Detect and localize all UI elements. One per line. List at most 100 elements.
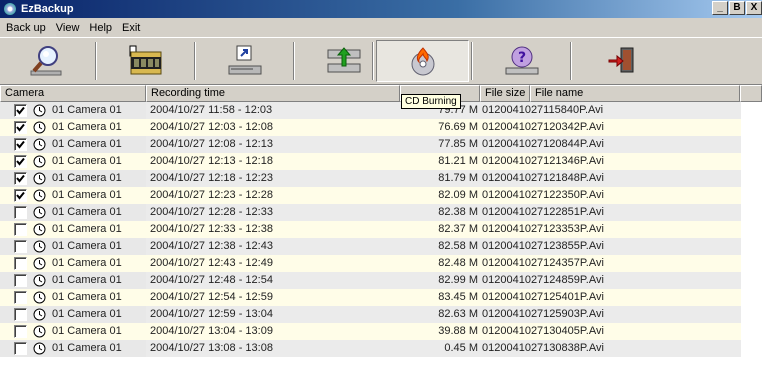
row-checkbox[interactable] — [14, 206, 27, 219]
checkmark-icon — [16, 140, 25, 149]
window-title: EzBackup — [21, 3, 74, 15]
clock-icon — [33, 155, 46, 168]
file-size-cell: 77.85 M — [438, 138, 478, 150]
search-button[interactable] — [0, 40, 93, 82]
menu-backup[interactable]: Back up — [6, 22, 46, 34]
table-row[interactable]: 01 Camera 01 2004/10/27 12:33 - 12:38 82.3… — [0, 221, 741, 238]
row-checkbox[interactable] — [14, 342, 27, 355]
row-checkbox[interactable] — [14, 155, 27, 168]
exit-button[interactable] — [574, 40, 667, 82]
table-row[interactable]: 01 Camera 01 2004/10/27 12:18 - 12:23 81.7… — [0, 170, 741, 187]
cd-burn-icon — [411, 47, 434, 76]
cd-burning-button[interactable] — [376, 40, 469, 82]
file-size-cell: 82.63 M — [438, 308, 478, 320]
row-checkbox[interactable] — [14, 223, 27, 236]
menu-exit[interactable]: Exit — [122, 22, 140, 34]
table-row[interactable]: 01 Camera 01 2004/10/27 12:54 - 12:59 83.4… — [0, 289, 741, 306]
menu-view[interactable]: View — [56, 22, 80, 34]
toolbar-separator — [95, 42, 97, 80]
row-checkbox[interactable] — [14, 172, 27, 185]
table-row[interactable]: 01 Camera 01 2004/10/27 13:04 - 13:09 39.8… — [0, 323, 741, 340]
menu-help[interactable]: Help — [89, 22, 112, 34]
camera-select-button[interactable] — [99, 40, 192, 82]
table-row[interactable]: 01 Camera 01 2004/10/27 12:38 - 12:43 82.5… — [0, 238, 741, 255]
camera-cell: 01 Camera 01 — [52, 342, 122, 354]
minimize-button[interactable]: _ — [712, 1, 728, 15]
table-row[interactable]: 01 Camera 01 2004/10/27 12:23 - 12:28 82.0… — [0, 187, 741, 204]
file-name-cell: 0120041027122851P.Avi — [482, 206, 604, 218]
clock-icon — [33, 257, 46, 270]
table-row[interactable]: 01 Camera 01 2004/10/27 12:03 - 12:08 76.6… — [0, 119, 741, 136]
file-name-cell: 0120041027120342P.Avi — [482, 121, 604, 133]
header-camera[interactable]: Camera — [0, 85, 146, 102]
recording-time-cell: 2004/10/27 12:33 - 12:38 — [150, 223, 273, 235]
clock-icon — [33, 138, 46, 151]
restore-button[interactable]: B — [729, 1, 745, 15]
clock-icon — [33, 172, 46, 185]
file-name-cell: 0120041027123855P.Avi — [482, 240, 604, 252]
camera-cell: 01 Camera 01 — [52, 121, 122, 133]
clock-icon — [33, 291, 46, 304]
clock-icon — [33, 274, 46, 287]
table-row[interactable]: 01 Camera 01 2004/10/27 12:28 - 12:33 82.3… — [0, 204, 741, 221]
clock-icon — [33, 206, 46, 219]
row-checkbox[interactable] — [14, 138, 27, 151]
clock-icon — [33, 121, 46, 134]
header-file-size[interactable]: File size — [480, 85, 530, 102]
recording-time-cell: 2004/10/27 12:59 - 13:04 — [150, 308, 273, 320]
file-size-cell: 81.79 M — [438, 172, 478, 184]
window-controls: _ B X — [712, 1, 762, 15]
table-row[interactable]: 01 Camera 01 2004/10/27 12:59 - 13:04 82.6… — [0, 306, 741, 323]
file-size-cell: 81.21 M — [438, 155, 478, 167]
clock-icon — [33, 104, 46, 117]
row-checkbox[interactable] — [14, 308, 27, 321]
close-button[interactable]: X — [746, 1, 762, 15]
camera-cell: 01 Camera 01 — [52, 291, 122, 303]
row-checkbox[interactable] — [14, 189, 27, 202]
table-row[interactable]: 01 Camera 01 2004/10/27 11:58 - 12:03 79.7… — [0, 102, 741, 119]
title-bar[interactable]: EzBackup _ B X — [0, 0, 762, 18]
recording-time-cell: 2004/10/27 12:54 - 12:59 — [150, 291, 273, 303]
row-checkbox[interactable] — [14, 274, 27, 287]
recording-time-cell: 2004/10/27 13:04 - 13:09 — [150, 325, 273, 337]
table-row[interactable]: 01 Camera 01 2004/10/27 12:08 - 12:13 77.8… — [0, 136, 741, 153]
row-checkbox[interactable] — [14, 291, 27, 304]
file-name-cell: 0120041027122350P.Avi — [482, 189, 604, 201]
camera-cell: 01 Camera 01 — [52, 104, 122, 116]
camera-cell: 01 Camera 01 — [52, 274, 122, 286]
recording-time-cell: 2004/10/27 11:58 - 12:03 — [150, 104, 273, 116]
checkmark-icon — [16, 174, 25, 183]
green-arrow-drive-icon — [327, 47, 360, 73]
recording-time-cell: 2004/10/27 12:38 - 12:43 — [150, 240, 273, 252]
table-right-margin — [741, 102, 762, 381]
file-name-cell: 0120041027115840P.Avi — [482, 104, 604, 116]
menu-bar: Back up View Help Exit — [0, 18, 762, 37]
file-size-cell: 82.99 M — [438, 274, 478, 286]
camera-cell: 01 Camera 01 — [52, 257, 122, 269]
row-checkbox[interactable] — [14, 257, 27, 270]
file-name-cell: 0120041027130838P.Avi — [482, 342, 604, 354]
row-checkbox[interactable] — [14, 240, 27, 253]
table-row[interactable]: 01 Camera 01 2004/10/27 12:13 - 12:18 81.2… — [0, 153, 741, 170]
table-row[interactable]: 01 Camera 01 2004/10/27 12:43 - 12:49 82.4… — [0, 255, 741, 272]
export-button[interactable] — [198, 40, 291, 82]
row-checkbox[interactable] — [14, 121, 27, 134]
row-checkbox[interactable] — [14, 104, 27, 117]
table-row[interactable]: 01 Camera 01 2004/10/27 13:08 - 13:08 0.45… — [0, 340, 741, 357]
arrow-out-drive-icon — [228, 45, 261, 75]
header-recording-time[interactable]: Recording time — [146, 85, 400, 102]
camera-cell: 01 Camera 01 — [52, 325, 122, 337]
cd-burning-tooltip: CD Burning — [401, 94, 461, 109]
camera-cell: 01 Camera 01 — [52, 172, 122, 184]
recording-time-cell: 2004/10/27 12:03 - 12:08 — [150, 121, 273, 133]
clock-icon — [33, 223, 46, 236]
table-row[interactable]: 01 Camera 01 2004/10/27 12:48 - 12:54 82.9… — [0, 272, 741, 289]
row-checkbox[interactable] — [14, 325, 27, 338]
file-size-cell: 82.38 M — [438, 206, 478, 218]
header-file-name[interactable]: File name — [530, 85, 740, 102]
recording-time-cell: 2004/10/27 13:08 - 13:08 — [150, 342, 273, 354]
help-button[interactable]: ? — [475, 40, 568, 82]
file-name-cell: 0120041027125401P.Avi — [482, 291, 604, 303]
toolbar-separator — [194, 42, 196, 80]
camera-cell: 01 Camera 01 — [52, 155, 122, 167]
